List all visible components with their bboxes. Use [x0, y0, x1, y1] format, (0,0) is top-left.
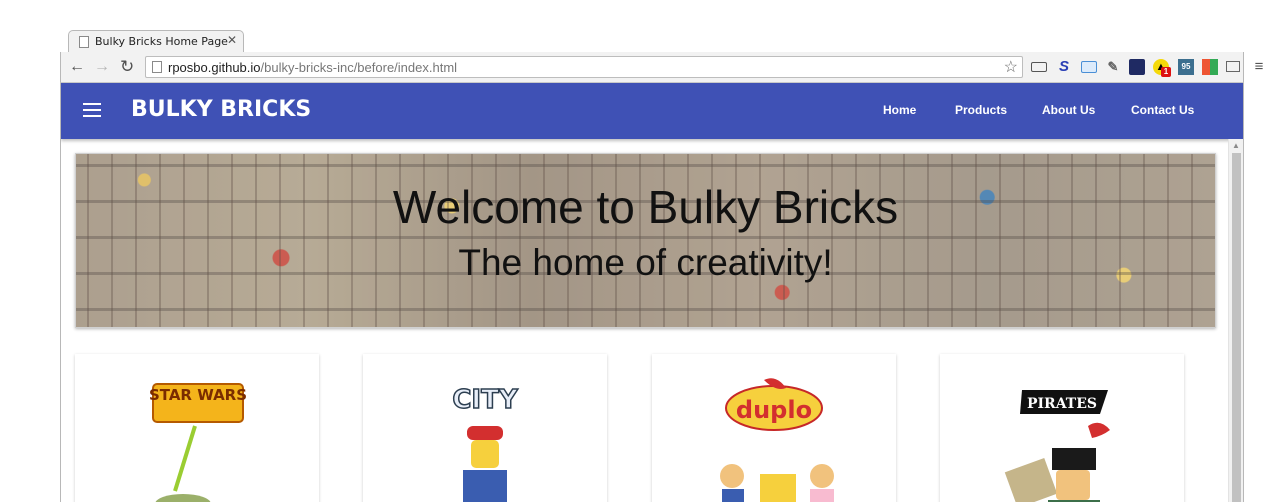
back-button[interactable]: ←	[69, 57, 85, 77]
star-wars-logo-icon: STAR WARS	[75, 376, 319, 502]
pirates-logo-icon: PIRATES	[940, 376, 1184, 502]
nav-products[interactable]: Products	[955, 103, 1007, 117]
page-viewport: BULKY BRICKS Home Products About Us Cont…	[60, 83, 1244, 502]
browser-window: Bulky Bricks Home Page ✕ ← → ↻ rposbo.gi…	[60, 26, 1263, 502]
page-icon	[152, 61, 162, 73]
window-extension-icon[interactable]	[1081, 61, 1097, 73]
pirates-logo-text: PIRATES	[1027, 396, 1097, 412]
s-extension-icon[interactable]: S	[1056, 59, 1072, 75]
tab-title: Bulky Bricks Home Page	[95, 35, 228, 48]
product-card-city[interactable]: CITY	[363, 354, 607, 502]
city-logo-text: CITY	[452, 385, 518, 415]
browser-toolbar: ← → ↻ rposbo.github.io/bulky-bricks-inc/…	[60, 52, 1263, 83]
hero-subtitle: The home of creativity!	[458, 242, 833, 283]
forward-button[interactable]: →	[94, 57, 110, 77]
tab-strip: Bulky Bricks Home Page ✕	[60, 26, 1244, 52]
site-logo[interactable]: BULKY BRICKS	[131, 97, 311, 122]
color-extension-icon[interactable]	[1202, 59, 1218, 75]
url-path: /bulky-bricks-inc/before/index.html	[260, 60, 458, 75]
reader-extension-icon[interactable]	[1031, 62, 1047, 72]
city-logo-icon: CITY	[363, 376, 607, 502]
nav-about-us[interactable]: About Us	[1042, 103, 1095, 117]
product-card-duplo[interactable]: duplo	[652, 354, 896, 502]
cast-icon[interactable]	[1226, 61, 1240, 72]
close-tab-icon[interactable]: ✕	[227, 33, 237, 47]
vertical-scrollbar[interactable]: ▲	[1228, 139, 1243, 502]
duplo-logo-text: duplo	[736, 396, 812, 424]
site-header: BULKY BRICKS Home Products About Us Cont…	[61, 83, 1243, 139]
hamburger-menu-icon[interactable]	[83, 103, 101, 117]
url-domain: rposbo.github.io	[168, 60, 261, 75]
nav-home[interactable]: Home	[883, 103, 916, 117]
browser-tab[interactable]: Bulky Bricks Home Page ✕	[68, 30, 244, 52]
menu-icon[interactable]: ≡	[1251, 59, 1267, 75]
dark-extension-icon[interactable]	[1129, 59, 1145, 75]
url-text[interactable]: rposbo.github.io/bulky-bricks-inc/before…	[168, 60, 457, 75]
page-favicon-icon	[79, 36, 89, 48]
extension-badge: 1	[1161, 67, 1171, 77]
address-bar[interactable]: rposbo.github.io/bulky-bricks-inc/before…	[145, 56, 1023, 78]
scrollbar-thumb[interactable]	[1232, 153, 1241, 502]
reload-button[interactable]: ↻	[120, 57, 134, 77]
pen-extension-icon[interactable]: ✎	[1105, 59, 1121, 75]
counter-extension-icon[interactable]: 95	[1178, 59, 1194, 75]
hero-title: Welcome to Bulky Bricks	[392, 181, 899, 233]
scroll-up-arrow-icon[interactable]: ▲	[1232, 141, 1240, 150]
product-card-pirates[interactable]: PIRATES	[940, 354, 1184, 502]
nav-contact-us[interactable]: Contact Us	[1131, 103, 1194, 117]
duplo-logo-icon: duplo	[652, 376, 896, 502]
bookmark-star-icon[interactable]: ☆	[1004, 57, 1018, 77]
star-wars-logo-text: STAR WARS	[149, 386, 247, 404]
product-card-star-wars[interactable]: STAR WARS	[75, 354, 319, 502]
hero-banner: Welcome to Bulky Bricks The home of crea…	[75, 153, 1216, 328]
